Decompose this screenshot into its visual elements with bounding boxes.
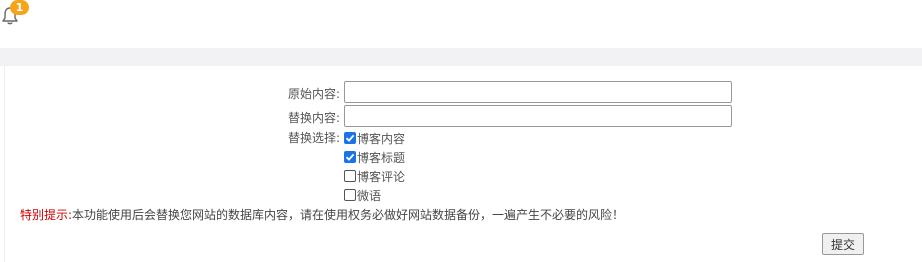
- option-label: 博客评论: [357, 169, 406, 184]
- original-content-label: 原始内容:: [287, 87, 340, 101]
- warning-text: 本功能使用后会替换您网站的数据库内容，请在使用权务必做好网站数据备份，一遍产生不…: [72, 208, 625, 222]
- checkbox-checked[interactable]: [344, 132, 356, 144]
- replace-content-input[interactable]: [344, 105, 732, 127]
- submit-button[interactable]: 提交: [822, 233, 864, 255]
- option-label: 博客标题: [357, 150, 406, 165]
- checkbox-unchecked[interactable]: [344, 170, 356, 182]
- option-blog-comments[interactable]: 博客评论: [344, 168, 405, 184]
- option-label: 博客内容: [357, 131, 406, 146]
- top-bar: 1: [0, 0, 922, 48]
- checkbox-checked[interactable]: [344, 151, 356, 163]
- option-blog-content[interactable]: 博客内容: [344, 130, 405, 146]
- replace-content-label: 替换内容:: [287, 111, 340, 125]
- warning-prefix: 特别提示:: [20, 208, 73, 222]
- warning-tip: 特别提示:本功能使用后会替换您网站的数据库内容，请在使用权务必做好网站数据备份，…: [20, 206, 624, 223]
- option-microblog[interactable]: 微语: [344, 187, 381, 203]
- notification-badge[interactable]: 1: [10, 0, 29, 15]
- checkbox-unchecked[interactable]: [344, 189, 356, 201]
- option-label: 微语: [357, 188, 382, 203]
- divider-strip: [0, 48, 922, 66]
- replace-choice-label: 替换选择:: [287, 131, 340, 145]
- option-blog-title[interactable]: 博客标题: [344, 149, 405, 165]
- original-content-input[interactable]: [344, 81, 732, 103]
